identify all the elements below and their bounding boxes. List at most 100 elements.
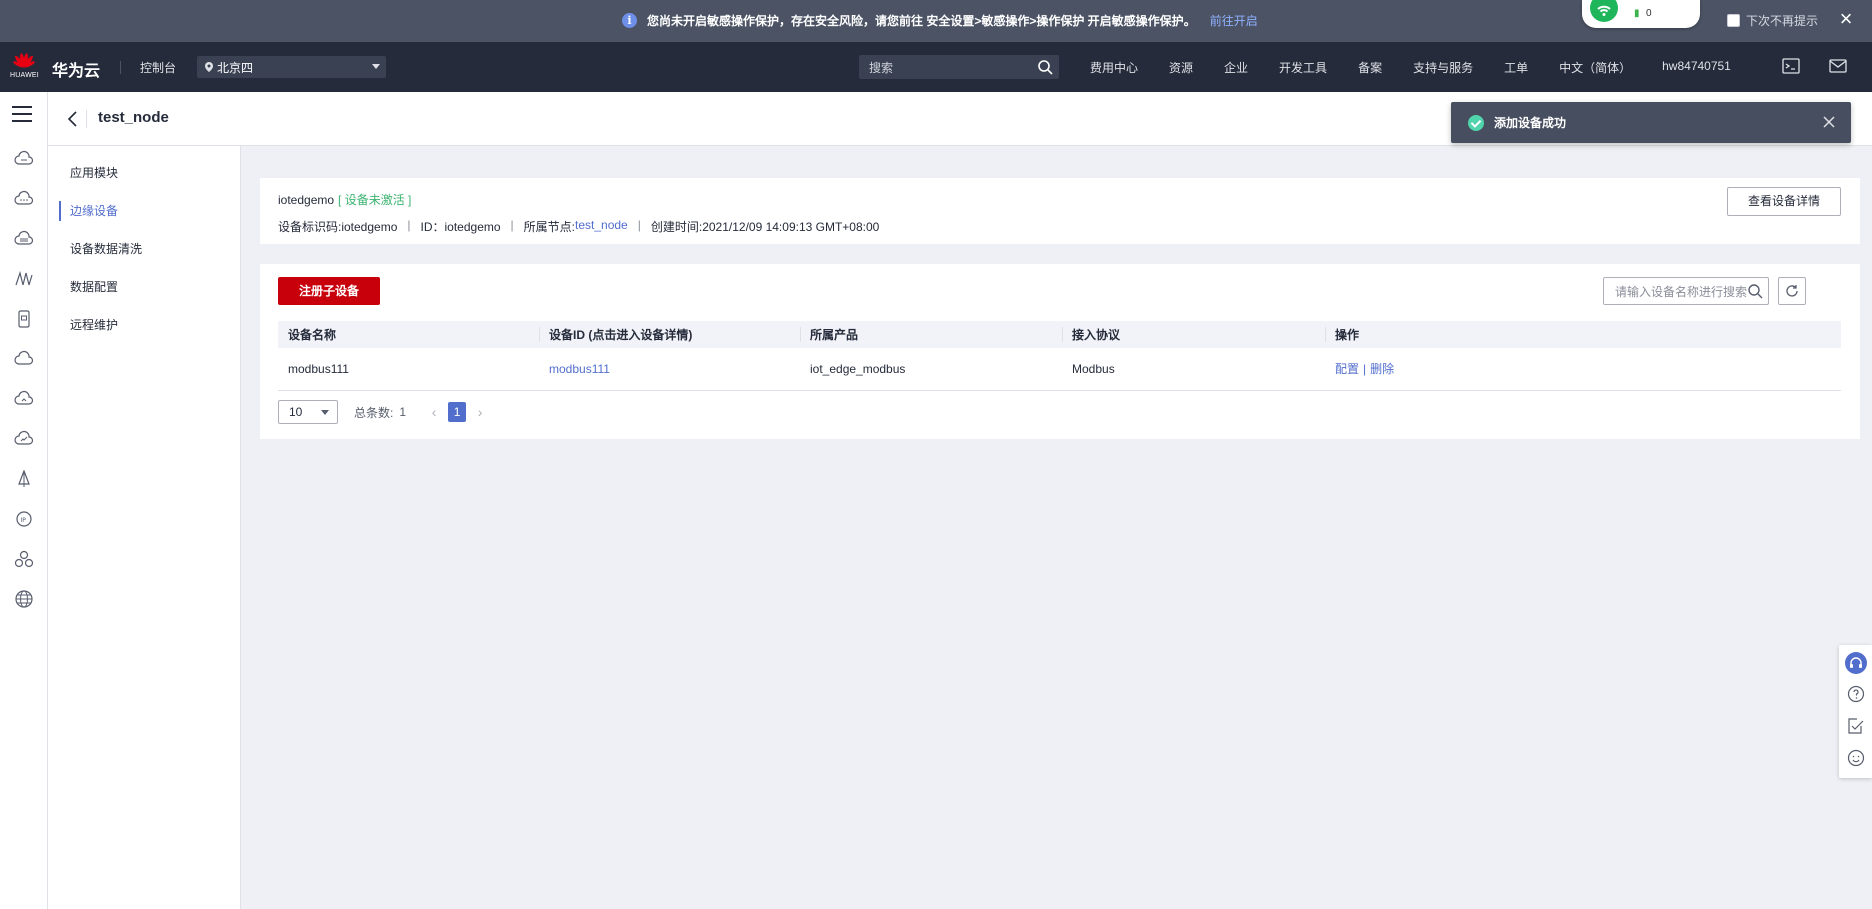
search-icon[interactable]: [1747, 283, 1763, 299]
svg-text:IP: IP: [21, 517, 27, 524]
cloud-monitor-icon[interactable]: [14, 430, 34, 448]
chevron-down-icon: [372, 64, 380, 69]
console-link[interactable]: 控制台: [140, 59, 176, 76]
top-header: HUAWEI 华为云 控制台 北京四 搜索 费用中心 资源 企业 开发工具 备案…: [0, 42, 1872, 92]
huawei-logo[interactable]: HUAWEI: [10, 52, 39, 82]
device-search-input[interactable]: 请输入设备名称进行搜索: [1603, 277, 1769, 305]
brand-name[interactable]: 华为云: [52, 57, 100, 81]
refresh-button[interactable]: [1778, 277, 1806, 305]
nav-resources[interactable]: 资源: [1169, 59, 1193, 76]
subnav-item-edge-devices[interactable]: 边缘设备: [48, 192, 241, 230]
logo-text: HUAWEI: [10, 72, 39, 79]
menu-icon[interactable]: [12, 106, 32, 122]
cloud-network-icon[interactable]: [14, 390, 34, 408]
nav-billing[interactable]: 费用中心: [1090, 59, 1138, 76]
nav-icp[interactable]: 备案: [1358, 59, 1382, 76]
meta-separator: |: [510, 218, 514, 232]
device-search-placeholder: 请输入设备名称进行搜索: [1615, 284, 1748, 299]
col-product: 所属产品: [800, 321, 1062, 348]
terminal-icon[interactable]: [1782, 58, 1800, 74]
nav-support[interactable]: 支持与服务: [1413, 59, 1473, 76]
sub-device-card: 注册子设备 请输入设备名称进行搜索 设备名称 设备ID (点击进入设备详情) 所…: [260, 264, 1860, 439]
config-link[interactable]: 配置: [1335, 362, 1359, 376]
header-divider: [120, 61, 121, 74]
subnav-item-app-modules[interactable]: 应用模块: [48, 154, 241, 192]
mail-icon[interactable]: [1829, 58, 1847, 74]
chevron-left-icon[interactable]: ‹: [426, 404, 442, 420]
total-label: 总条数:: [354, 405, 394, 420]
nav-account[interactable]: hw84740751: [1662, 59, 1731, 76]
subnav-item-remote-maintenance[interactable]: 远程维护: [48, 306, 241, 344]
device-name-row: iotedgemo[ 设备未激活 ]: [278, 191, 411, 208]
no-remind-option[interactable]: 下次不再提示: [1727, 12, 1818, 29]
back-arrow-icon[interactable]: [66, 110, 78, 128]
nav-tickets[interactable]: 工单: [1504, 59, 1528, 76]
info-icon: i: [622, 13, 637, 28]
wifi-icon: [1590, 0, 1618, 22]
cloud-storage-icon[interactable]: [14, 350, 34, 368]
service-rail: IP: [0, 92, 48, 909]
device-icon[interactable]: [14, 310, 34, 328]
battery-icon: ▮: [1634, 8, 1640, 19]
smile-icon[interactable]: [1847, 749, 1865, 767]
nav-enterprise[interactable]: 企业: [1224, 59, 1248, 76]
device-info-card: iotedgemo[ 设备未激活 ] 设备标识码:iotedgemo | ID：…: [260, 178, 1860, 244]
globe-icon[interactable]: [14, 590, 34, 608]
sub-device-table: 设备名称 设备ID (点击进入设备详情) 所属产品 接入协议 操作 modbus…: [278, 321, 1841, 391]
register-sub-device-button[interactable]: 注册子设备: [278, 277, 380, 305]
device-status-badge: [ 设备未激活 ]: [338, 193, 412, 207]
col-device-name: 设备名称: [278, 321, 539, 348]
search-icon[interactable]: [1037, 59, 1053, 75]
huawei-logo-icon: [13, 53, 35, 68]
help-icon[interactable]: [1847, 685, 1865, 703]
title-divider: [86, 110, 87, 128]
close-icon[interactable]: ×: [1836, 8, 1856, 30]
cell-protocol: Modbus: [1062, 348, 1325, 391]
toast-close-icon[interactable]: [1821, 114, 1837, 130]
no-remind-checkbox[interactable]: [1727, 14, 1740, 27]
headset-icon[interactable]: [1845, 652, 1867, 674]
header-search-placeholder: 搜索: [869, 60, 894, 75]
feedback-icon[interactable]: [1847, 717, 1865, 735]
nav-dev-tools[interactable]: 开发工具: [1279, 59, 1327, 76]
cell-device-name: modbus111: [278, 348, 539, 391]
created-time: 创建时间:2021/12/09 14:09:13 GMT+08:00: [650, 220, 880, 234]
page-size-select[interactable]: 10: [278, 400, 338, 424]
nav-language[interactable]: 中文（简体）: [1559, 59, 1631, 76]
notice-enable-link[interactable]: 前往开启: [1210, 12, 1258, 29]
view-device-details-button[interactable]: 查看设备详情: [1727, 187, 1841, 216]
region-selector[interactable]: 北京四: [197, 56, 386, 78]
chevron-right-icon[interactable]: ›: [472, 404, 488, 420]
region-label: 北京四: [217, 60, 254, 75]
page-button-current[interactable]: 1: [448, 402, 467, 422]
subnav-item-data-config[interactable]: 数据配置: [48, 268, 241, 306]
network-widget: ▮ 0: [1582, 0, 1700, 28]
device-name: iotedgemo: [278, 193, 335, 207]
total-count: 1: [399, 405, 407, 419]
refresh-icon: [1786, 285, 1798, 297]
cell-product: iot_edge_modbus: [800, 348, 1062, 391]
header-search-input[interactable]: 搜索: [859, 55, 1059, 79]
node-link[interactable]: test_node: [575, 218, 628, 235]
floating-tools: [1839, 645, 1872, 778]
action-separator: |: [1363, 362, 1367, 377]
database-icon[interactable]: [14, 230, 34, 248]
no-remind-label: 下次不再提示: [1746, 14, 1819, 28]
cloud-server-icon[interactable]: [14, 150, 34, 168]
cluster-icon[interactable]: [14, 550, 34, 568]
device-id-link[interactable]: modbus111: [549, 362, 610, 376]
notice-content: i 您尚未开启敏感操作保护，存在安全风险，请您前往 安全设置>敏感操作>操作保护…: [622, 12, 1258, 29]
delete-link[interactable]: 删除: [1370, 362, 1394, 376]
page-size-value: 10: [289, 405, 303, 419]
meta-separator: |: [637, 218, 641, 232]
deploy-icon[interactable]: [14, 470, 34, 488]
table-header-row: 设备名称 设备ID (点击进入设备详情) 所属产品 接入协议 操作: [278, 321, 1841, 348]
ai-icon[interactable]: [14, 270, 34, 288]
subnav-item-data-cleaning[interactable]: 设备数据清洗: [48, 230, 241, 268]
network-count: 0: [1646, 8, 1652, 19]
cloud-icon[interactable]: [14, 190, 34, 208]
ip-icon[interactable]: IP: [14, 510, 34, 528]
col-actions: 操作: [1325, 321, 1841, 348]
table-row: modbus111 modbus111 iot_edge_modbus Modb…: [278, 348, 1841, 391]
col-protocol: 接入协议: [1062, 321, 1325, 348]
